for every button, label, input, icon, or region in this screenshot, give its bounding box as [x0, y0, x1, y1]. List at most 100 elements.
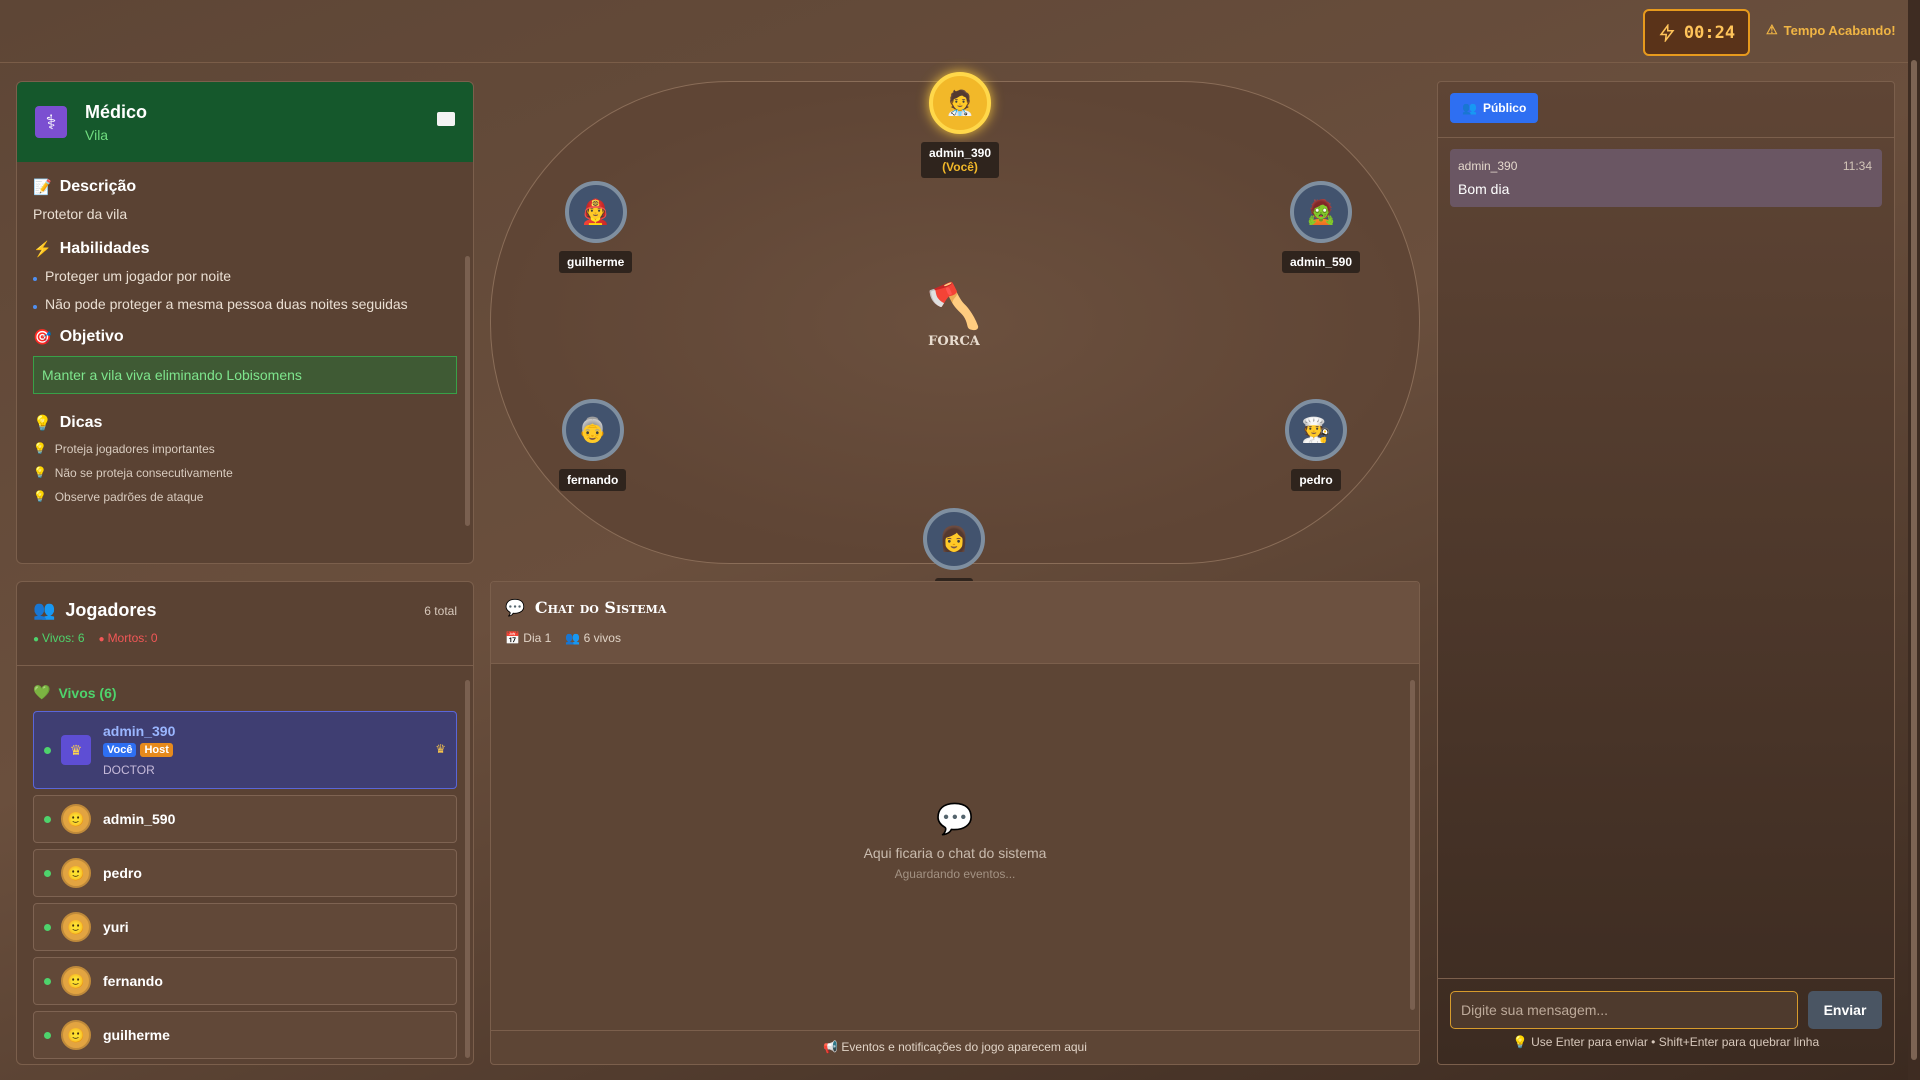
empty-title: Aqui ficaria o chat do sistema — [863, 845, 1047, 861]
lightbulb-icon: 💡 — [33, 467, 47, 479]
player-name: guilherme — [103, 1027, 170, 1043]
time-warning: ⚠ Tempo Acabando! — [1766, 22, 1896, 38]
player-avatar-icon: 👩 — [923, 508, 985, 570]
lightning-icon: ⚡ — [33, 241, 52, 258]
crown-icon: ♛ — [61, 735, 91, 765]
system-chat-title: Chat do Sistema — [534, 598, 667, 617]
player-row-me[interactable]: ♛ admin_390 Você Host DOCTOR ♛ — [33, 711, 457, 789]
description-heading: Descrição — [59, 178, 137, 195]
memo-icon: 📝 — [33, 179, 52, 196]
heart-icon: 💚 — [33, 684, 51, 700]
seat-fernando[interactable]: 👵 fernando — [559, 399, 627, 491]
alive-dot — [44, 815, 51, 823]
lightbulb-icon: 💡 — [1512, 1035, 1528, 1049]
timer-value: 00:24 — [1683, 22, 1736, 43]
seat-pedro[interactable]: 🧑‍🍳 pedro — [1285, 399, 1347, 491]
group-icon: 👥 — [33, 600, 56, 620]
seat-name: guilherme — [559, 251, 633, 273]
alive-label: 6 vivos — [583, 631, 621, 645]
chat-hint: Use Enter para enviar • Shift+Enter para… — [1531, 1035, 1820, 1049]
face-icon: 🙂 — [61, 1020, 91, 1050]
player-role: DOCTOR — [103, 763, 155, 777]
player-name: pedro — [103, 865, 142, 881]
face-icon: 🙂 — [61, 858, 91, 888]
player-row[interactable]: 🙂 fernando — [33, 957, 457, 1005]
lightbulb-icon: 💡 — [33, 415, 52, 432]
gallows-center: 🪓 FORCA — [919, 280, 989, 349]
goal-heading: Objetivo — [59, 328, 124, 345]
player-name: fernando — [103, 973, 163, 989]
chat-message: admin_390 11:34 Bom dia — [1450, 149, 1882, 207]
book-icon[interactable] — [437, 112, 455, 126]
face-icon: 🙂 — [61, 912, 91, 942]
alive-dot — [44, 923, 51, 931]
player-row[interactable]: 🙂 yuri — [33, 903, 457, 951]
turn-timer: 00:24 — [1643, 9, 1750, 56]
tab-public[interactable]: 👥 Público — [1450, 93, 1539, 123]
gallows-label: FORCA — [928, 334, 980, 349]
lightbulb-icon: 💡 — [33, 491, 47, 503]
page-scrollbar[interactable] — [1908, 0, 1920, 1080]
seat-name: fernando — [559, 469, 627, 491]
seat-you: (Você) — [942, 160, 978, 174]
players-total: 6 total — [424, 604, 457, 618]
seat-admin-590[interactable]: 🧟 admin_590 — [1282, 181, 1361, 273]
message-time: 11:34 — [1842, 159, 1872, 173]
player-row[interactable]: 🙂 guilherme — [33, 1011, 457, 1059]
player-avatar-icon: 🧑‍🚒 — [564, 181, 627, 243]
system-chat-scrollbar[interactable] — [1410, 680, 1415, 1010]
chat-bubble-icon: 💬 — [936, 803, 974, 836]
system-chat-footer: 📢 Eventos e notificações do jogo aparece… — [491, 1030, 1419, 1064]
message-author: admin_390 — [1458, 159, 1518, 173]
alive-header: Vivos (6) — [58, 684, 117, 701]
player-name: admin_590 — [103, 811, 176, 827]
host-badge: Host — [140, 743, 173, 757]
players-scrollbar[interactable] — [465, 680, 470, 1058]
role-scrollbar[interactable] — [465, 256, 470, 526]
player-name: admin_390 — [103, 723, 176, 739]
people-icon: 👥 — [1462, 101, 1477, 115]
public-chat-panel: 👥Público admin_390 11:34 Bom dia Enviar … — [1437, 81, 1895, 1065]
player-avatar-icon: 🧑‍🍳 — [1285, 399, 1347, 461]
tip-item: 💡 Observe padrões de ataque — [33, 490, 204, 504]
lightning-icon — [1659, 23, 1675, 42]
tips-heading: Dicas — [59, 414, 103, 431]
player-row[interactable]: 🙂 admin_590 — [33, 795, 457, 843]
dead-count: Mortos: 0 — [99, 631, 158, 645]
send-button[interactable]: Enviar — [1808, 991, 1882, 1029]
ability-item: Não pode proteger a mesma pessoa duas no… — [33, 296, 457, 312]
player-avatar-icon: 👵 — [561, 399, 624, 461]
group-icon: 👥 — [565, 631, 581, 645]
player-name: yuri — [103, 919, 129, 935]
empty-subtitle: Aguardando eventos... — [894, 867, 1016, 881]
role-card: ⚕ Médico Vila 📝 Descrição Protetor da vil… — [16, 81, 474, 564]
alive-dot — [44, 869, 51, 877]
role-name: Médico — [85, 101, 148, 122]
role-team: Vila — [85, 126, 109, 143]
page-scrollbar-thumb[interactable] — [1911, 60, 1917, 1060]
message-text: Bom dia — [1458, 181, 1510, 197]
warning-text: Tempo Acabando! — [1783, 22, 1896, 38]
lightbulb-icon: 💡 — [33, 443, 47, 455]
role-description: Protetor da vila — [33, 206, 128, 222]
alive-dot — [44, 1031, 51, 1039]
seat-admin-390[interactable]: 🧑‍⚕️ admin_390 (Você) — [921, 72, 1000, 178]
top-bar: 00:24 ⚠ Tempo Acabando! — [0, 0, 1910, 63]
face-icon: 🙂 — [61, 966, 91, 996]
player-row[interactable]: 🙂 pedro — [33, 849, 457, 897]
warning-icon: ⚠ — [1766, 22, 1778, 37]
alive-dot — [44, 746, 51, 754]
alive-dot — [44, 977, 51, 985]
crown-icon: ♛ — [435, 742, 446, 756]
player-avatar-icon: 🧟 — [1290, 181, 1353, 243]
role-header: ⚕ Médico Vila — [17, 82, 473, 162]
face-icon: 🙂 — [61, 804, 91, 834]
system-chat-empty: 💬 Aqui ficaria o chat do sistema Aguarda… — [491, 802, 1419, 881]
seat-guilherme[interactable]: 🧑‍🚒 guilherme — [559, 181, 633, 273]
day-label: Dia 1 — [523, 631, 552, 645]
message-input[interactable] — [1450, 991, 1798, 1029]
axe-icon: 🪓 — [926, 282, 982, 331]
alive-count: Vivos: 6 — [33, 631, 84, 645]
caduceus-icon: ⚕ — [35, 106, 67, 138]
abilities-heading: Habilidades — [59, 240, 150, 257]
